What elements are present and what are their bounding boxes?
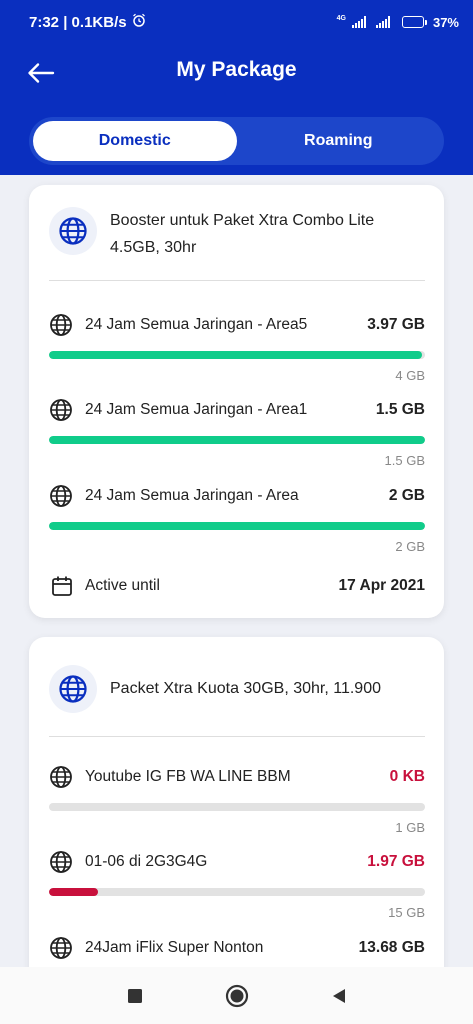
tab-domestic[interactable]: Domestic — [33, 121, 237, 161]
quota-total: 1 GB — [395, 820, 425, 835]
quota-name: 24 Jam Semua Jaringan - Area — [85, 487, 299, 504]
active-date: 17 Apr 2021 — [338, 577, 425, 594]
recents-button[interactable] — [122, 983, 148, 1009]
globe-icon — [49, 207, 97, 255]
quota-value: 0 KB — [389, 768, 425, 785]
home-button[interactable] — [224, 983, 250, 1009]
quota-progress-bar — [49, 522, 425, 530]
divider — [49, 280, 425, 281]
package-card: Booster untuk Paket Xtra Combo Lite 4.5G… — [29, 185, 444, 618]
package-subtitle: 4.5GB, 30hr — [110, 239, 197, 256]
calendar-icon — [52, 576, 72, 596]
quota-item: 24 Jam Semua Jaringan - Area1 1.5 GB 1.5… — [49, 398, 425, 484]
square-icon — [127, 988, 142, 1003]
quota-value: 3.97 GB — [367, 316, 425, 333]
quota-name: 24 Jam Semua Jaringan - Area1 — [85, 401, 308, 418]
home-circle-icon — [225, 984, 248, 1007]
quota-item: 01-06 di 2G3G4G 1.97 GB 15 GB — [49, 850, 425, 936]
quota-progress-bar — [49, 888, 425, 896]
system-nav-bar — [0, 967, 473, 1024]
network-type: 4G — [336, 14, 346, 22]
page-title: My Package — [176, 58, 297, 81]
battery-percent: 37% — [432, 14, 459, 30]
globe-icon — [49, 665, 97, 713]
back-triangle-icon — [332, 988, 345, 1003]
back-button[interactable] — [326, 983, 352, 1009]
header: 7:32 | 0.1KB/s 4G 37% My Package Domesti… — [0, 0, 473, 175]
quota-total: 2 GB — [395, 539, 425, 554]
globe-small-icon — [50, 766, 72, 788]
quota-name: Youtube IG FB WA LINE BBM — [85, 768, 291, 785]
signal-icon — [351, 16, 366, 28]
quota-value: 1.97 GB — [367, 853, 425, 870]
quota-progress-bar — [49, 803, 425, 811]
package-title: Packet Xtra Kuota 30GB, 30hr, 11.900 — [110, 680, 381, 697]
quota-total: 1.5 GB — [384, 453, 425, 468]
globe-small-icon — [50, 937, 72, 959]
quota-item: 24 Jam Semua Jaringan - Area5 3.97 GB 4 … — [49, 313, 425, 399]
status-time-speed: 7:32 | 0.1KB/s — [29, 13, 127, 31]
package-card: Packet Xtra Kuota 30GB, 30hr, 11.900 You… — [29, 637, 444, 997]
quota-value: 1.5 GB — [375, 401, 425, 418]
status-bar: 7:32 | 0.1KB/s 4G 37% — [0, 0, 473, 44]
globe-small-icon — [50, 485, 72, 507]
active-until-row: Active until 17 Apr 2021 — [51, 574, 425, 598]
divider — [49, 736, 425, 737]
title-bar: My Package — [0, 52, 473, 92]
globe-small-icon — [50, 399, 72, 421]
battery-icon — [401, 16, 427, 28]
quota-name: 24Jam iFlix Super Nonton — [85, 939, 264, 956]
quota-total: 15 GB — [388, 905, 425, 920]
active-label: Active until — [85, 577, 160, 594]
quota-progress-bar — [49, 351, 425, 359]
quota-item: 24 Jam Semua Jaringan - Area 2 GB 2 GB — [49, 484, 425, 570]
quota-name: 24 Jam Semua Jaringan - Area5 — [85, 316, 308, 333]
globe-small-icon — [50, 314, 72, 336]
alarm-icon — [132, 13, 146, 31]
quota-value: 13.68 GB — [358, 939, 425, 956]
signal-icon-2 — [375, 16, 390, 28]
package-title: Booster untuk Paket Xtra Combo Lite — [110, 212, 375, 229]
quota-name: 01-06 di 2G3G4G — [85, 853, 208, 870]
quota-progress-bar — [49, 436, 425, 444]
globe-small-icon — [50, 851, 72, 873]
quota-total: 4 GB — [395, 368, 425, 383]
quota-item: Youtube IG FB WA LINE BBM 0 KB 1 GB — [49, 765, 425, 851]
tab-roaming[interactable]: Roaming — [237, 121, 441, 161]
quota-value: 2 GB — [388, 487, 425, 504]
package-tabs: Domestic Roaming — [29, 117, 444, 165]
